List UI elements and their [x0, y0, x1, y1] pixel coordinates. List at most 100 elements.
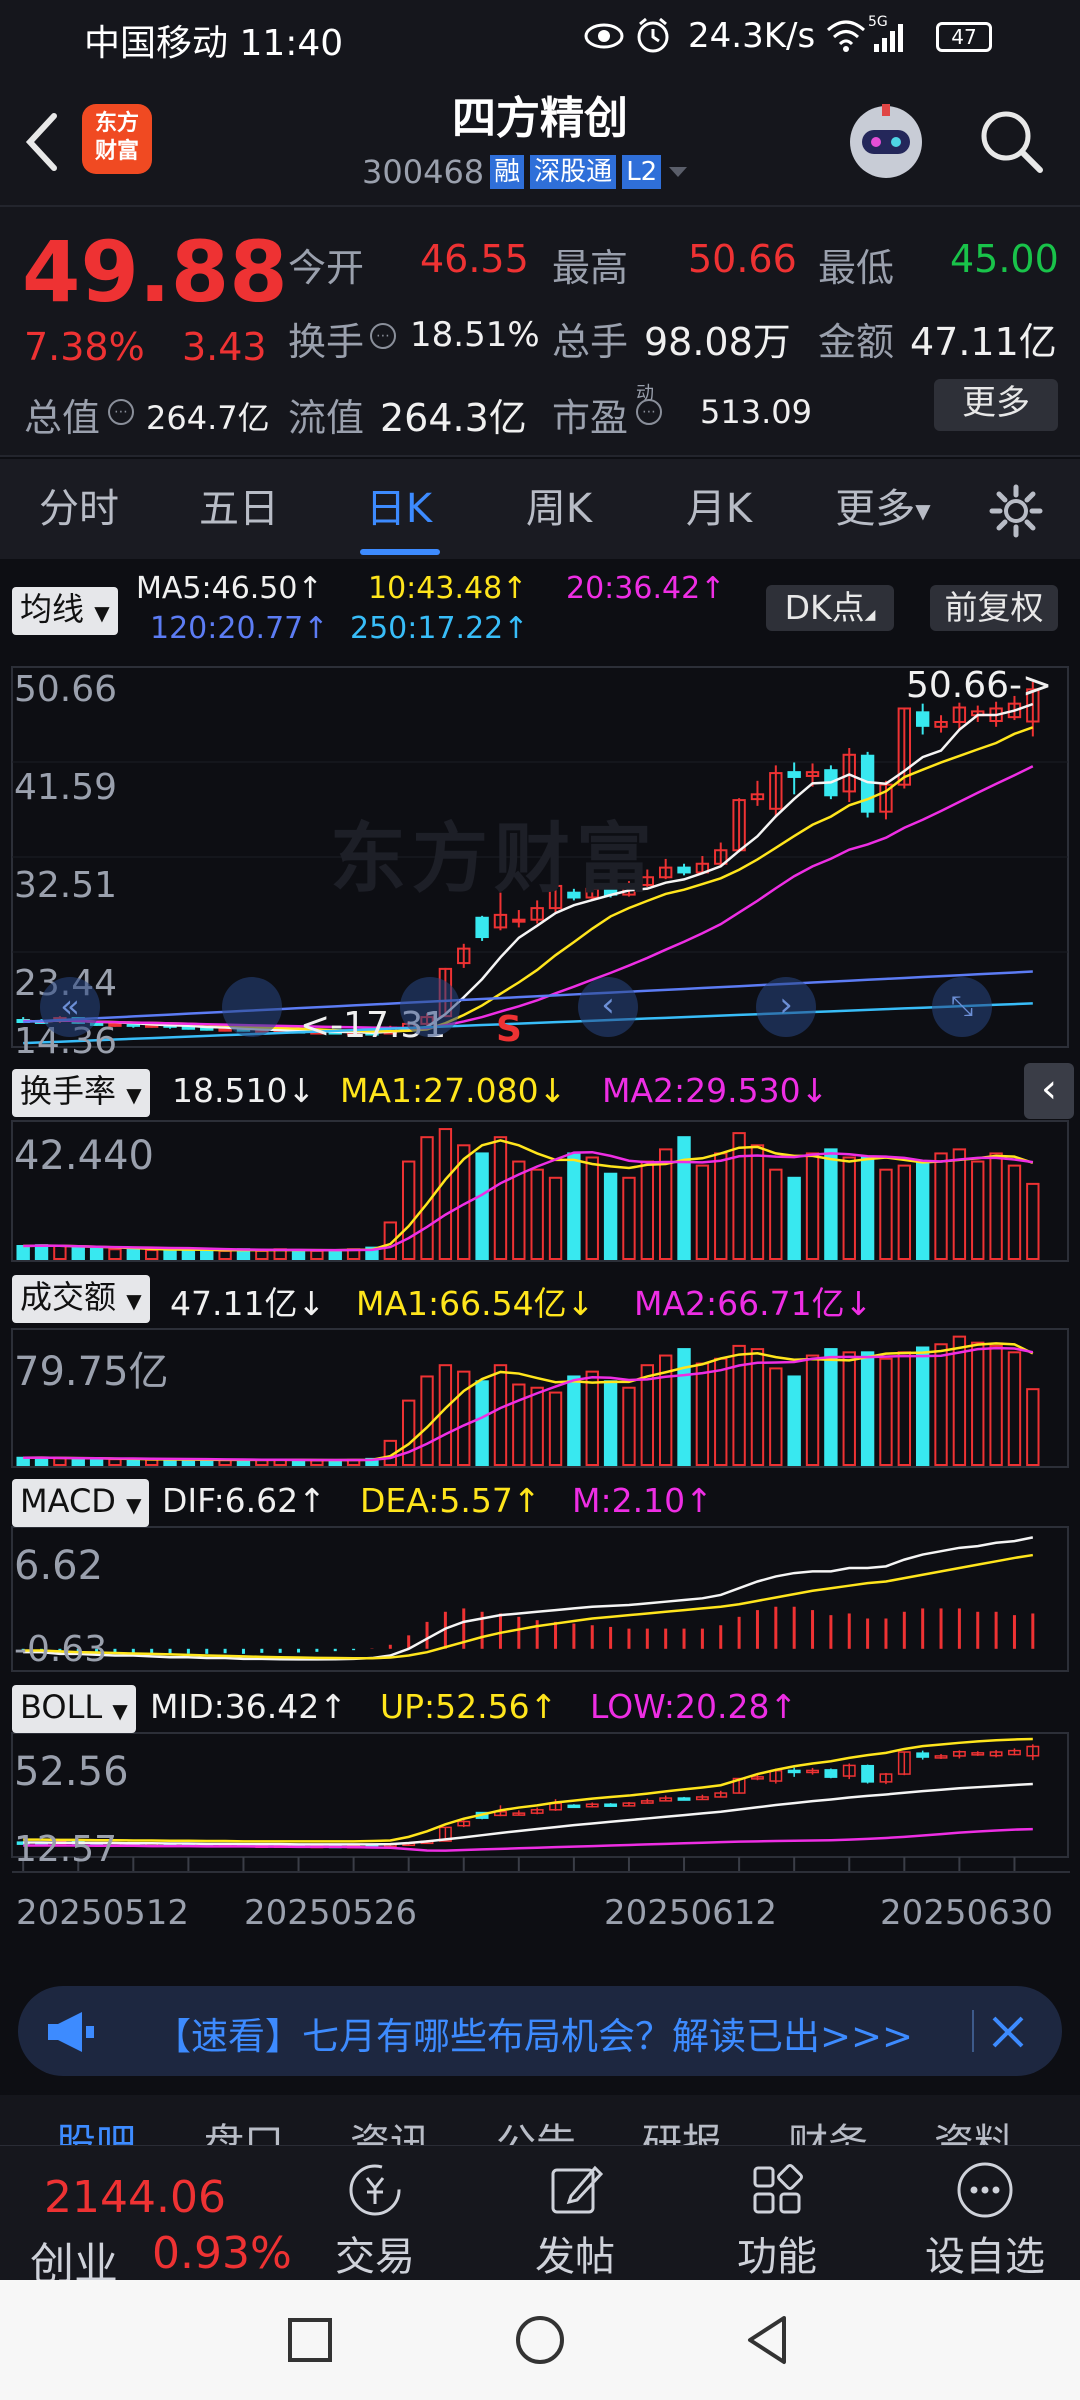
- candle-body: [475, 916, 489, 939]
- boll-panel-label: BOLL: [20, 1688, 103, 1726]
- boll-select[interactable]: BOLL ▼: [12, 1685, 136, 1733]
- macd-dea-line: [23, 1553, 1034, 1660]
- trade-button[interactable]: 交易: [310, 2146, 440, 2281]
- net-speed: 24.3K/s: [688, 16, 816, 56]
- date-label-1: 20250512: [16, 1893, 190, 1933]
- boll-candle-body: [567, 1804, 581, 1809]
- search-icon[interactable]: [976, 106, 1046, 176]
- amount-select[interactable]: 成交额 ▼: [12, 1275, 150, 1323]
- subtab-profile[interactable]: 资料: [934, 2111, 1014, 2145]
- subtab-research[interactable]: 研报: [642, 2111, 722, 2145]
- boll-group: [16, 1737, 1040, 1852]
- turnover-y-label: 42.440: [14, 1133, 154, 1179]
- turnover-bar: [677, 1136, 691, 1261]
- turnover-bar: [1007, 1164, 1022, 1261]
- scroll-right-icon[interactable]: ›: [756, 977, 816, 1037]
- back-icon[interactable]: [22, 110, 62, 174]
- date-axis-line: [12, 1871, 1070, 1873]
- caret-down-icon: ▼: [126, 1493, 142, 1517]
- home-icon[interactable]: [514, 2314, 566, 2366]
- caret-down-icon: ▼: [915, 499, 931, 523]
- macd-select[interactable]: MACD ▼: [12, 1479, 150, 1527]
- macd-panel-label: MACD: [20, 1482, 116, 1520]
- turnover-bar: [879, 1168, 893, 1261]
- logo-text-1: 东方: [94, 111, 139, 136]
- back-nav-icon[interactable]: [744, 2314, 792, 2366]
- low-value: 45.00: [950, 237, 1059, 281]
- amount-label: 金额: [818, 320, 895, 364]
- turnover-value: 18.51%: [410, 315, 540, 355]
- tab-intraday[interactable]: 分时: [14, 459, 144, 559]
- quote-panel: 49.88 7.38% 3.43 今开 46.55 最高 50.66 最低 45…: [0, 207, 1080, 457]
- scroll-left-icon[interactable]: ‹: [578, 977, 638, 1037]
- candle-body: [787, 771, 801, 778]
- boll-mid-line: [23, 1782, 1033, 1846]
- amount-value: 47.11亿: [910, 320, 1057, 364]
- fullscreen-icon[interactable]: ⤡: [932, 977, 992, 1037]
- signal-icon: [874, 24, 903, 52]
- turnover-bar: [714, 1152, 728, 1261]
- info-icon[interactable]: ⋯: [370, 323, 396, 349]
- y-label-top: 50.66: [14, 669, 118, 710]
- stock-code-row[interactable]: 300468 融 深股通 L2: [362, 152, 689, 192]
- close-icon[interactable]: [988, 2012, 1028, 2052]
- scroll-left-far-icon[interactable]: «: [40, 977, 100, 1037]
- turnover-bar: [860, 1156, 875, 1261]
- info-icon[interactable]: ⋯: [108, 399, 134, 425]
- zoom-out-icon[interactable]: [222, 977, 282, 1037]
- candle-body: [915, 711, 930, 727]
- tab-more[interactable]: 更多▼: [818, 459, 948, 559]
- stock-name: 四方精创: [452, 93, 628, 144]
- turnover-bar: [200, 1249, 214, 1260]
- battery-level: 47: [951, 25, 977, 49]
- logo-text-2: 财富: [94, 139, 139, 164]
- turnover-select[interactable]: 换手率 ▼: [12, 1069, 150, 1117]
- index-ticker[interactable]: 2144.06 创业 0.93%: [0, 2146, 292, 2290]
- info-icon[interactable]: ⋯: [636, 399, 662, 425]
- subtab-finance[interactable]: 财务: [788, 2111, 868, 2145]
- app-logo[interactable]: 东方 财富: [82, 104, 152, 174]
- chart-area: 均线 ▼ MA5:46.50↑ 10:43.48↑ 20:36.42↑ 120:…: [0, 559, 1080, 1969]
- zoom-in-icon[interactable]: [400, 977, 460, 1037]
- function-button[interactable]: 功能: [712, 2146, 842, 2281]
- megaphone-icon: [48, 2012, 94, 2052]
- pe-value: 513.09: [700, 393, 812, 431]
- subtab-pankou[interactable]: 盘口: [204, 2111, 284, 2145]
- tab-daily-k[interactable]: 日K: [334, 459, 464, 559]
- amount-bar: [512, 1383, 526, 1467]
- robot-assistant-icon[interactable]: [844, 100, 928, 184]
- amount-bar: [108, 1458, 122, 1467]
- index-value: 2144.06: [44, 2172, 226, 2223]
- low-label: 最低: [818, 246, 895, 290]
- float-cap-value: 264.3亿: [380, 396, 527, 440]
- turnover-bar: [16, 1245, 30, 1260]
- watchlist-settings-button[interactable]: 设自选: [910, 2146, 1060, 2281]
- post-button[interactable]: 发帖: [510, 2146, 640, 2281]
- tab-weekly-k[interactable]: 周K: [494, 459, 624, 559]
- caret-down-icon: ▼: [126, 1083, 142, 1107]
- settings-gear-icon[interactable]: [988, 483, 1044, 539]
- subtab-announcements[interactable]: 公告: [496, 2111, 576, 2145]
- more-button[interactable]: 更多: [934, 379, 1058, 431]
- turnover-bar: [108, 1248, 122, 1260]
- turnover-bar: [750, 1144, 765, 1261]
- boll-up-line: [23, 1737, 1033, 1843]
- total-cap-value: 264.7亿: [146, 399, 270, 437]
- open-label: 今开: [288, 246, 365, 290]
- subtab-news[interactable]: 资讯: [350, 2111, 430, 2145]
- volume-value: 98.08万: [644, 320, 791, 364]
- tab-monthly-k[interactable]: 月K: [654, 459, 784, 559]
- sell-signal: S: [496, 1009, 522, 1050]
- stock-header: 东方 财富 四方精创 300468 融 深股通 L2: [0, 72, 1080, 207]
- turnover-bar: [934, 1152, 948, 1261]
- bottom-action-bar: 2144.06 创业 0.93% 交易 发帖 功能 设自选: [0, 2145, 1080, 2290]
- recent-apps-icon[interactable]: [286, 2316, 334, 2364]
- collapse-panel-icon[interactable]: ‹: [1024, 1063, 1074, 1119]
- turnover-bar: [401, 1160, 416, 1261]
- macd-dif: DIF:6.62↑: [162, 1481, 326, 1520]
- amount-bar: [420, 1375, 434, 1467]
- news-banner[interactable]: 【速看】七月有哪些布局机会？解读已出>>>: [18, 1986, 1062, 2076]
- amount-current: 47.11亿↓: [170, 1284, 326, 1323]
- tab-five-day[interactable]: 五日: [174, 459, 304, 559]
- subtab-guba[interactable]: 股吧: [56, 2111, 136, 2145]
